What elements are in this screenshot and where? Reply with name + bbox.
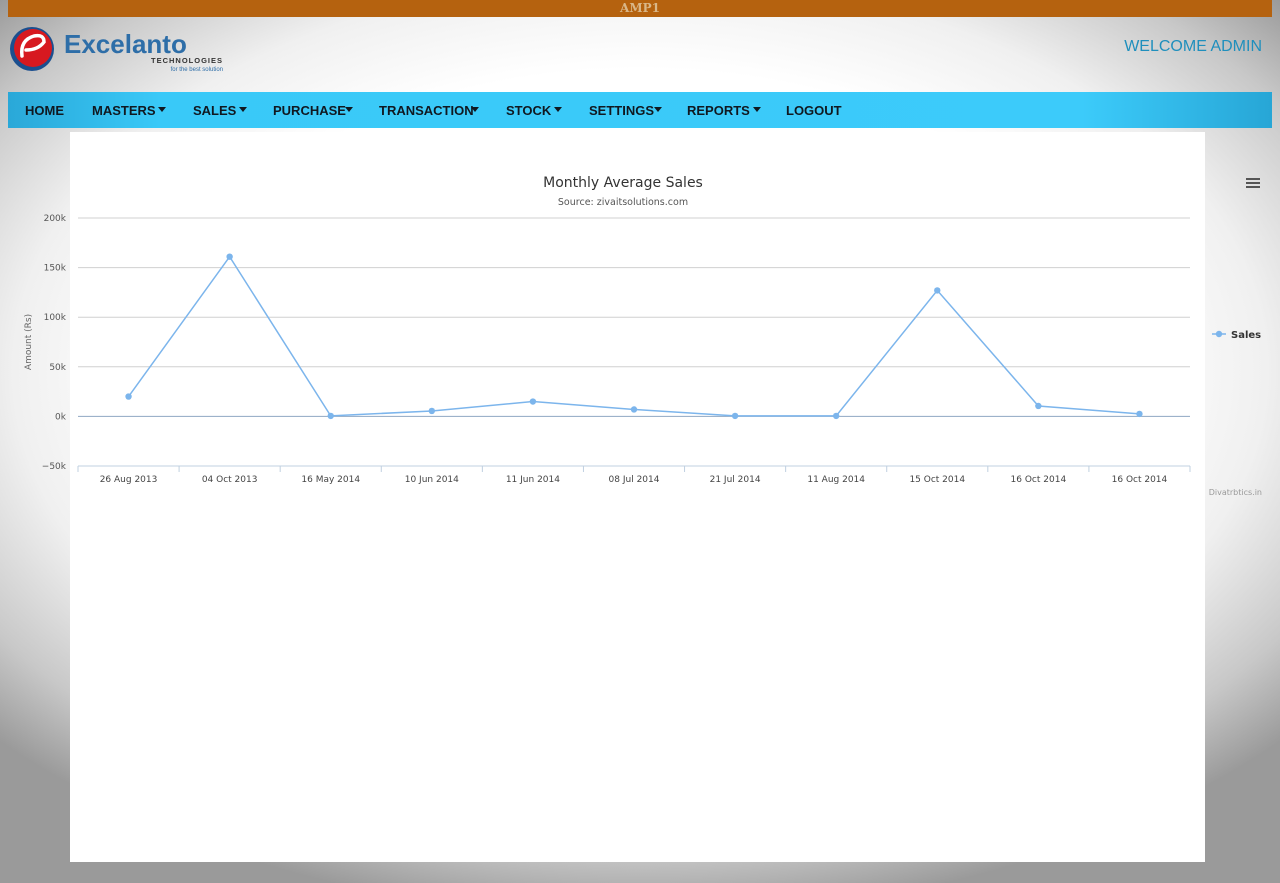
- y-tick-label: 200k: [44, 214, 67, 224]
- series-line-sales: [127, 255, 1140, 417]
- chart-credits[interactable]: Divatrbtics.in: [1209, 488, 1262, 497]
- x-tick-label: 16 May 2014: [301, 475, 360, 485]
- data-point[interactable]: [327, 412, 334, 420]
- legend-swatch-marker: [1215, 330, 1223, 338]
- legend[interactable]: Sales: [1212, 330, 1261, 341]
- data-point[interactable]: [1136, 410, 1143, 418]
- x-tick-label: 21 Jul 2014: [710, 475, 761, 485]
- x-tick-label: 15 Oct 2014: [909, 475, 965, 485]
- y-axis-label: Amount (Rs): [24, 314, 34, 370]
- x-tick-label: 16 Oct 2014: [1112, 475, 1168, 485]
- x-tick-label: 16 Oct 2014: [1011, 475, 1067, 485]
- y-tick-label: 100k: [44, 313, 67, 323]
- axis-layer: −50k 0k 50k 100k 150k 200k 26 Aug 2013 04 Oct 2…: [42, 214, 1191, 485]
- y-tick-label: −50k: [42, 462, 67, 472]
- x-tick-label: 04 Oct 2013: [202, 475, 258, 485]
- data-point[interactable]: [529, 398, 537, 405]
- x-tick-label: 11 Jun 2014: [506, 475, 560, 485]
- data-point[interactable]: [428, 407, 436, 415]
- data-point[interactable]: [125, 393, 132, 400]
- y-tick-label: 50k: [49, 363, 66, 373]
- sales-line-chart: Monthly Average Sales Source: zivaitsolu…: [24, 175, 1262, 497]
- x-tick-label: 26 Aug 2013: [100, 475, 158, 485]
- x-tick-label: 08 Jul 2014: [609, 475, 660, 485]
- y-tick-label: 150k: [44, 264, 67, 274]
- chart-subtitle: Source: zivaitsolutions.com: [558, 197, 688, 208]
- hamburger-icon[interactable]: [1246, 178, 1260, 190]
- legend-label-sales: Sales: [1231, 330, 1261, 341]
- data-point[interactable]: [1035, 402, 1042, 410]
- data-point[interactable]: [226, 253, 233, 260]
- grid-layer: [78, 217, 1190, 467]
- x-tick-label: 10 Jun 2014: [405, 475, 459, 485]
- data-point[interactable]: [630, 406, 638, 413]
- data-point[interactable]: [934, 287, 941, 294]
- data-point[interactable]: [832, 412, 840, 420]
- data-point[interactable]: [731, 412, 739, 420]
- y-tick-label: 0k: [55, 412, 67, 422]
- x-tick-label: 11 Aug 2014: [807, 475, 865, 485]
- chart-title: Monthly Average Sales: [543, 175, 703, 191]
- series-layer: [125, 253, 1143, 420]
